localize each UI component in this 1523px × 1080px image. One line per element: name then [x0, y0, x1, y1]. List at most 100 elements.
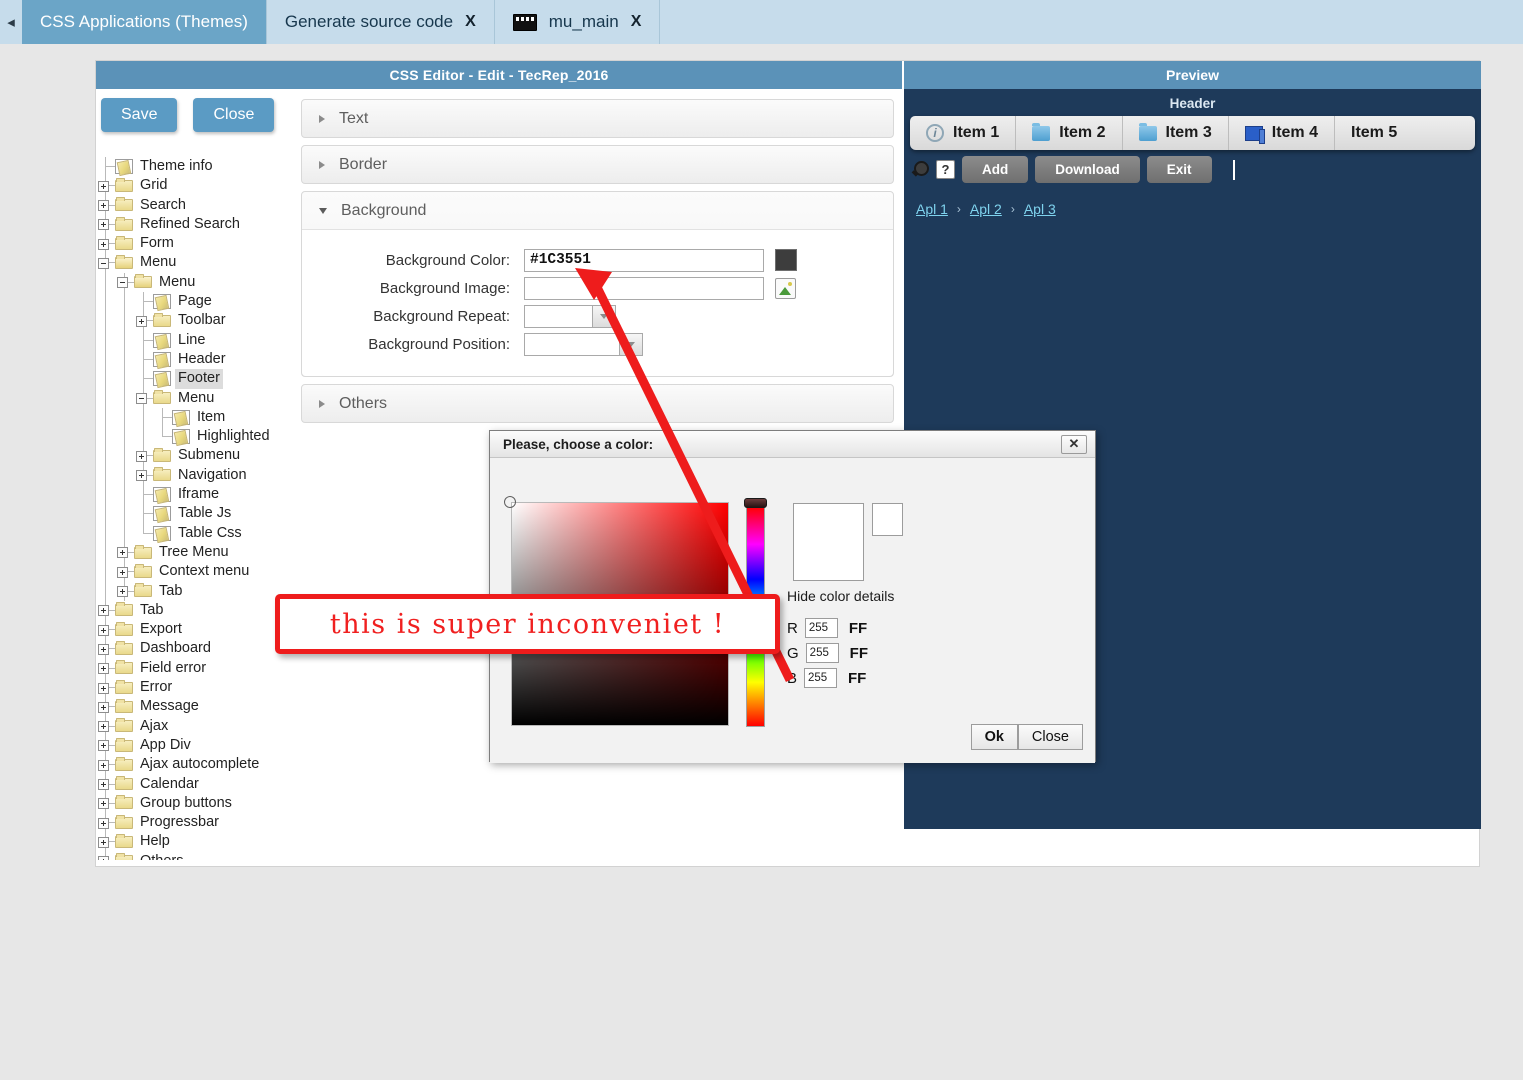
tree-expand-icon[interactable] — [96, 678, 115, 698]
tree-expand-icon[interactable] — [96, 176, 115, 196]
back-arrow-icon[interactable]: ◂ — [0, 0, 22, 44]
tree-item-page[interactable]: Page — [96, 292, 301, 312]
browser-tab-mu-main[interactable]: mu_main X — [495, 0, 661, 44]
accordion-border-header[interactable]: Border — [302, 146, 893, 183]
breadcrumb-item-1[interactable]: Apl 1 — [916, 201, 948, 217]
preview-exit-button[interactable]: Exit — [1146, 156, 1212, 183]
channel-input-r[interactable] — [804, 618, 838, 638]
tree-item-menu[interactable]: Menu — [96, 253, 301, 274]
preview-menu-item-3[interactable]: Item 3 — [1123, 116, 1229, 150]
tree-expand-icon[interactable] — [134, 446, 153, 467]
chevron-down-icon[interactable] — [593, 304, 616, 328]
tree-item-refined-search[interactable]: Refined Search — [96, 214, 301, 235]
breadcrumb-item-3[interactable]: Apl 3 — [1024, 201, 1056, 217]
background-color-swatch[interactable] — [775, 249, 797, 271]
background-repeat-select[interactable] — [524, 304, 616, 328]
preview-menu-item-5[interactable]: Item 5 — [1335, 116, 1413, 150]
tree-item-item[interactable]: Item — [96, 407, 301, 428]
tree-expand-icon[interactable] — [115, 542, 134, 563]
accordion-others[interactable]: Others — [301, 384, 894, 423]
tree-item-tree-menu[interactable]: Tree Menu — [96, 542, 301, 563]
help-icon[interactable]: ? — [936, 160, 955, 179]
tree-expand-icon[interactable] — [96, 620, 115, 640]
accordion-text[interactable]: Text — [301, 99, 894, 138]
channel-input-b[interactable] — [804, 668, 838, 688]
preview-menu-item-2[interactable]: Item 2 — [1016, 116, 1123, 150]
browser-tab-generate-source-code[interactable]: Generate source code X — [267, 0, 495, 44]
tree-item-field-error[interactable]: Field error — [96, 658, 301, 679]
tree-item-ajax[interactable]: Ajax — [96, 716, 301, 737]
tree-expand-icon[interactable] — [96, 697, 115, 717]
tree-expand-icon[interactable] — [96, 774, 115, 795]
tree-item-others[interactable]: Others — [96, 851, 301, 860]
tree-collapse-icon[interactable] — [115, 272, 134, 293]
saturation-value-cursor[interactable] — [504, 496, 516, 508]
tree-item-highlighted[interactable]: Highlighted — [96, 427, 301, 447]
tree-item-toolbar[interactable]: Toolbar — [96, 311, 301, 331]
tree-item-group-buttons[interactable]: Group buttons — [96, 793, 301, 814]
preview-add-button[interactable]: Add — [962, 156, 1029, 183]
accordion-text-header[interactable]: Text — [302, 100, 893, 137]
tree-item-grid[interactable]: Grid — [96, 176, 301, 196]
tree-expand-icon[interactable] — [96, 600, 115, 621]
tree-collapse-icon[interactable] — [96, 253, 115, 274]
tree-item-context-menu[interactable]: Context menu — [96, 562, 301, 582]
preview-download-button[interactable]: Download — [1035, 156, 1140, 183]
hue-slider-thumb[interactable] — [744, 498, 767, 508]
tab-close-icon[interactable]: X — [631, 13, 642, 31]
tree-item-progressbar[interactable]: Progressbar — [96, 813, 301, 833]
tree-item-menu[interactable]: Menu — [96, 388, 301, 409]
tree-item-message[interactable]: Message — [96, 697, 301, 717]
browser-tab-css-applications[interactable]: CSS Applications (Themes) — [22, 0, 267, 44]
tree-item-footer[interactable]: Footer — [96, 369, 301, 389]
tree-item-tab[interactable]: Tab — [96, 581, 301, 602]
preview-menu-item-1[interactable]: i Item 1 — [910, 116, 1017, 150]
hide-color-details-button[interactable]: Hide color details — [787, 588, 894, 604]
tree-item-submenu[interactable]: Submenu — [96, 446, 301, 467]
preview-menu-item-4[interactable]: Item 4 — [1229, 116, 1335, 150]
color-dialog-ok-button[interactable]: Ok — [970, 724, 1018, 750]
tree-expand-icon[interactable] — [96, 658, 115, 679]
tab-close-icon[interactable]: X — [465, 13, 476, 31]
background-image-input[interactable] — [524, 276, 764, 300]
tree-item-table-css[interactable]: Table Css — [96, 523, 301, 544]
tree-collapse-icon[interactable] — [134, 388, 153, 409]
tree-expand-icon[interactable] — [115, 581, 134, 602]
tree-item-tab[interactable]: Tab — [96, 600, 301, 621]
background-color-input[interactable] — [524, 248, 764, 272]
image-picker-icon[interactable] — [775, 277, 796, 299]
save-button[interactable]: Save — [101, 98, 178, 132]
tree-item-error[interactable]: Error — [96, 678, 301, 698]
tree-expand-icon[interactable] — [96, 234, 115, 254]
color-dialog-close-button[interactable]: Close — [1017, 724, 1083, 750]
tree-item-calendar[interactable]: Calendar — [96, 774, 301, 795]
close-icon[interactable]: ✕ — [1061, 434, 1087, 454]
tree-item-export[interactable]: Export — [96, 620, 301, 640]
tree-item-dashboard[interactable]: Dashboard — [96, 639, 301, 660]
background-position-select[interactable] — [524, 332, 643, 356]
tree-expand-icon[interactable] — [96, 735, 115, 756]
tree-item-table-js[interactable]: Table Js — [96, 504, 301, 524]
magnifier-icon[interactable] — [912, 161, 929, 178]
tree-item-help[interactable]: Help — [96, 832, 301, 852]
accordion-background-header[interactable]: Background — [302, 192, 893, 229]
tree-expand-icon[interactable] — [115, 562, 134, 582]
tree-item-theme-info[interactable]: Theme info — [96, 157, 301, 177]
tree-item-menu[interactable]: Menu — [96, 272, 301, 293]
tree-item-form[interactable]: Form — [96, 234, 301, 254]
tree-item-iframe[interactable]: Iframe — [96, 485, 301, 505]
tree-item-ajax-autocomplete[interactable]: Ajax autocomplete — [96, 755, 301, 775]
tree-item-app-div[interactable]: App Div — [96, 735, 301, 756]
tree-expand-icon[interactable] — [96, 716, 115, 737]
tree-expand-icon[interactable] — [96, 832, 115, 852]
channel-input-g[interactable] — [805, 643, 839, 663]
tree-item-line[interactable]: Line — [96, 330, 301, 351]
tree-expand-icon[interactable] — [96, 214, 115, 235]
tree-expand-icon[interactable] — [134, 311, 153, 331]
tree-expand-icon[interactable] — [96, 639, 115, 660]
tree-expand-icon[interactable] — [134, 465, 153, 486]
tree-expand-icon[interactable] — [96, 813, 115, 833]
tree-item-navigation[interactable]: Navigation — [96, 465, 301, 486]
accordion-border[interactable]: Border — [301, 145, 894, 184]
chevron-down-icon[interactable] — [620, 332, 643, 356]
